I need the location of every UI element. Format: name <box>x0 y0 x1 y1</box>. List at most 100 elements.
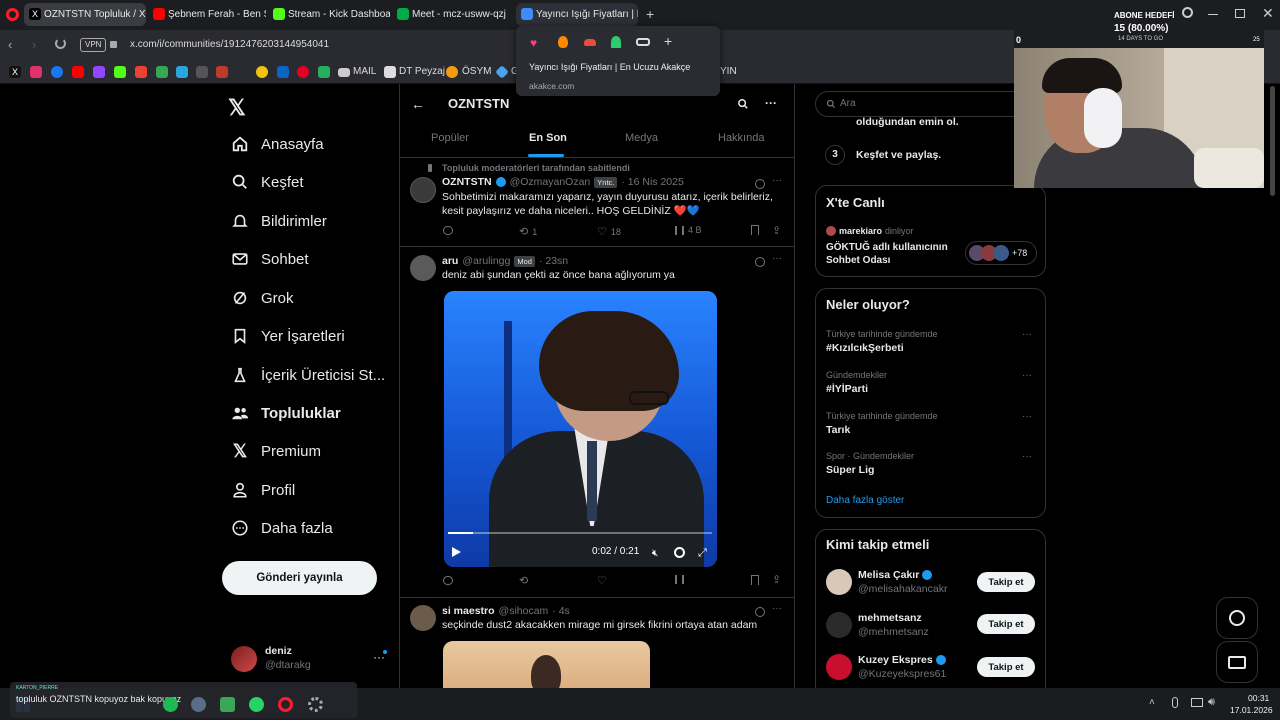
folder-bookmark-icon[interactable] <box>384 66 396 78</box>
bookmark-button[interactable] <box>751 225 759 235</box>
tree-icon[interactable] <box>611 36 621 48</box>
app-taskbar-icon[interactable] <box>220 697 235 712</box>
tab-sebnem[interactable]: Şebnem Ferah - Ben Ş <box>148 3 266 26</box>
bookmark-dt-peyzaj[interactable]: DT Peyzaj <box>399 66 445 77</box>
twitch-bookmark-icon[interactable] <box>93 66 105 78</box>
author-handle[interactable]: @arulingg <box>462 255 510 267</box>
tab-latest[interactable]: En Son <box>529 132 567 144</box>
show-more-link[interactable]: Daha fazla göster <box>826 495 904 506</box>
reply-button[interactable] <box>443 226 457 235</box>
video-progress-track[interactable] <box>448 532 712 534</box>
grok-icon[interactable] <box>755 257 765 267</box>
x-bookmark-icon[interactable]: X <box>9 66 21 78</box>
follow-button[interactable]: Takip et <box>977 657 1035 677</box>
live-room-title[interactable]: GÖKTUĞ adlı kullanıcının Sohbet Odası <box>826 241 956 267</box>
close-window-icon[interactable]: ✕ <box>1262 5 1274 22</box>
search-tabs-icon[interactable] <box>1182 7 1193 18</box>
like-button[interactable]: ♡ 18 <box>597 225 621 238</box>
nav-explore[interactable]: Keşfet <box>229 167 304 197</box>
linkedin-bookmark-icon[interactable] <box>277 66 289 78</box>
green-bookmark-icon[interactable] <box>318 66 330 78</box>
trend-item[interactable]: Gündemdekiler #İYİParti ··· <box>826 370 1036 395</box>
tab-media[interactable]: Medya <box>625 132 658 144</box>
live-host-row[interactable]: marekiaro dinliyor <box>826 226 914 236</box>
mic-icon[interactable] <box>1172 697 1178 708</box>
play-icon[interactable] <box>452 547 461 557</box>
author-handle[interactable]: @sihocam <box>499 605 549 617</box>
red-bookmark-icon[interactable] <box>216 66 228 78</box>
volume-icon[interactable]: 🔊︎ <box>1208 696 1215 709</box>
nav-creator-studio[interactable]: İçerik Üreticisi St... <box>229 360 385 390</box>
pinterest-bookmark-icon[interactable] <box>297 66 309 78</box>
suggested-user[interactable]: Kuzey Ekspres @Kuzeyekspres61 <box>826 654 966 682</box>
trend-item[interactable]: Türkiye tarihinde gündemde #KızılcıkŞerb… <box>826 329 1036 354</box>
post-image[interactable] <box>443 641 650 688</box>
tab-popular[interactable]: Popüler <box>431 132 469 144</box>
opera-logo-icon[interactable] <box>6 8 19 21</box>
reload-icon[interactable] <box>55 38 66 49</box>
vpn-badge[interactable]: VPN <box>80 38 107 52</box>
yellow-bookmark-icon[interactable] <box>256 66 268 78</box>
share-button[interactable]: ⇪ <box>772 573 781 586</box>
back-arrow-icon[interactable]: ← <box>411 96 425 112</box>
repost-button[interactable]: ⟲ 1 <box>519 225 537 238</box>
network-icon[interactable] <box>1191 698 1203 707</box>
grok-floating-button[interactable] <box>1216 597 1258 639</box>
trend-item[interactable]: Türkiye tarihinde gündemde Tarık ··· <box>826 411 1036 436</box>
pinned-post[interactable]: Topluluk moderatörleri tarafından sabitl… <box>400 158 794 247</box>
url-field[interactable]: x.com/i/communities/1912476203144954041 <box>130 39 329 50</box>
settings-taskbar-icon[interactable] <box>308 697 323 712</box>
youtube-bookmark-icon[interactable] <box>72 66 84 78</box>
tab-ozntstn[interactable]: X OZNTSTN Topluluk / X <box>24 3 146 26</box>
x-logo-icon[interactable]: 𝕏 <box>228 95 246 121</box>
follow-button[interactable]: Takip et <box>977 614 1035 634</box>
tab-kick[interactable]: Stream - Kick Dashboard <box>268 3 390 26</box>
dollar-bookmark-icon[interactable] <box>176 66 188 78</box>
opera-taskbar-icon[interactable] <box>278 697 293 712</box>
search-box[interactable]: Ara <box>815 91 1046 117</box>
post-button[interactable]: Gönderi yayınla <box>222 561 377 595</box>
like-button[interactable]: ♡ <box>597 574 607 587</box>
post-more-icon[interactable]: ··· <box>772 175 782 186</box>
facebook-bookmark-icon[interactable] <box>51 66 63 78</box>
messages-floating-button[interactable] <box>1216 641 1258 683</box>
nav-notifications[interactable]: Bildirimler <box>229 206 327 236</box>
video-player[interactable]: 0:02 / 0:21 🔇︎ ⤢ <box>444 291 717 567</box>
views-button[interactable]: 4 B <box>675 225 702 235</box>
post-time[interactable]: · 23sn <box>539 255 568 267</box>
live-listeners[interactable]: +78 <box>965 241 1037 265</box>
whatsapp-taskbar-icon[interactable] <box>249 697 264 712</box>
bookmark-osym[interactable]: ÖSYM <box>462 66 491 77</box>
community-more-icon[interactable]: ··· <box>765 96 777 110</box>
reply-button[interactable] <box>443 576 453 585</box>
grok-icon[interactable] <box>755 607 765 617</box>
osym-bookmark-icon[interactable] <box>446 66 458 78</box>
heart-icon[interactable]: ♥ <box>530 36 537 50</box>
nav-grok[interactable]: Grok <box>229 283 294 313</box>
steam-taskbar-icon[interactable] <box>191 697 206 712</box>
post-time[interactable]: · 4s <box>552 605 570 617</box>
glasses-icon[interactable] <box>636 38 650 46</box>
back-icon[interactable]: ‹ <box>8 37 12 52</box>
account-switcher[interactable]: deniz @dtarakg ··· <box>225 640 395 680</box>
post-more-icon[interactable]: ··· <box>772 603 782 614</box>
mail-bookmark-icon[interactable] <box>338 68 350 77</box>
nav-more[interactable]: Daha fazla <box>229 513 333 543</box>
link-bookmark-icon[interactable] <box>196 66 208 78</box>
post-time[interactable]: · 16 Nis 2025 <box>621 176 683 188</box>
gmail-bookmark-icon[interactable] <box>135 66 147 78</box>
tab-about[interactable]: Hakkında <box>718 132 764 144</box>
new-tab-icon[interactable]: + <box>646 6 654 22</box>
bookmark-button[interactable] <box>751 575 759 585</box>
trend-more-icon[interactable]: ··· <box>1022 411 1032 422</box>
author-name[interactable]: si maestro <box>442 605 495 617</box>
avatar[interactable] <box>410 177 436 203</box>
minimize-icon[interactable] <box>1208 14 1218 15</box>
avatar[interactable] <box>410 605 436 631</box>
author-name[interactable]: OZNTSTN <box>442 176 492 188</box>
share-button[interactable]: ⇪ <box>772 224 781 237</box>
image-post[interactable]: si maestro @sihocam · 4s ··· seçkinde du… <box>400 599 794 688</box>
community-search-icon[interactable] <box>737 98 749 110</box>
tab-meet[interactable]: Meet - mcz-usww-qzj <box>392 3 514 26</box>
nav-premium[interactable]: 𝕏 Premium <box>229 436 321 466</box>
